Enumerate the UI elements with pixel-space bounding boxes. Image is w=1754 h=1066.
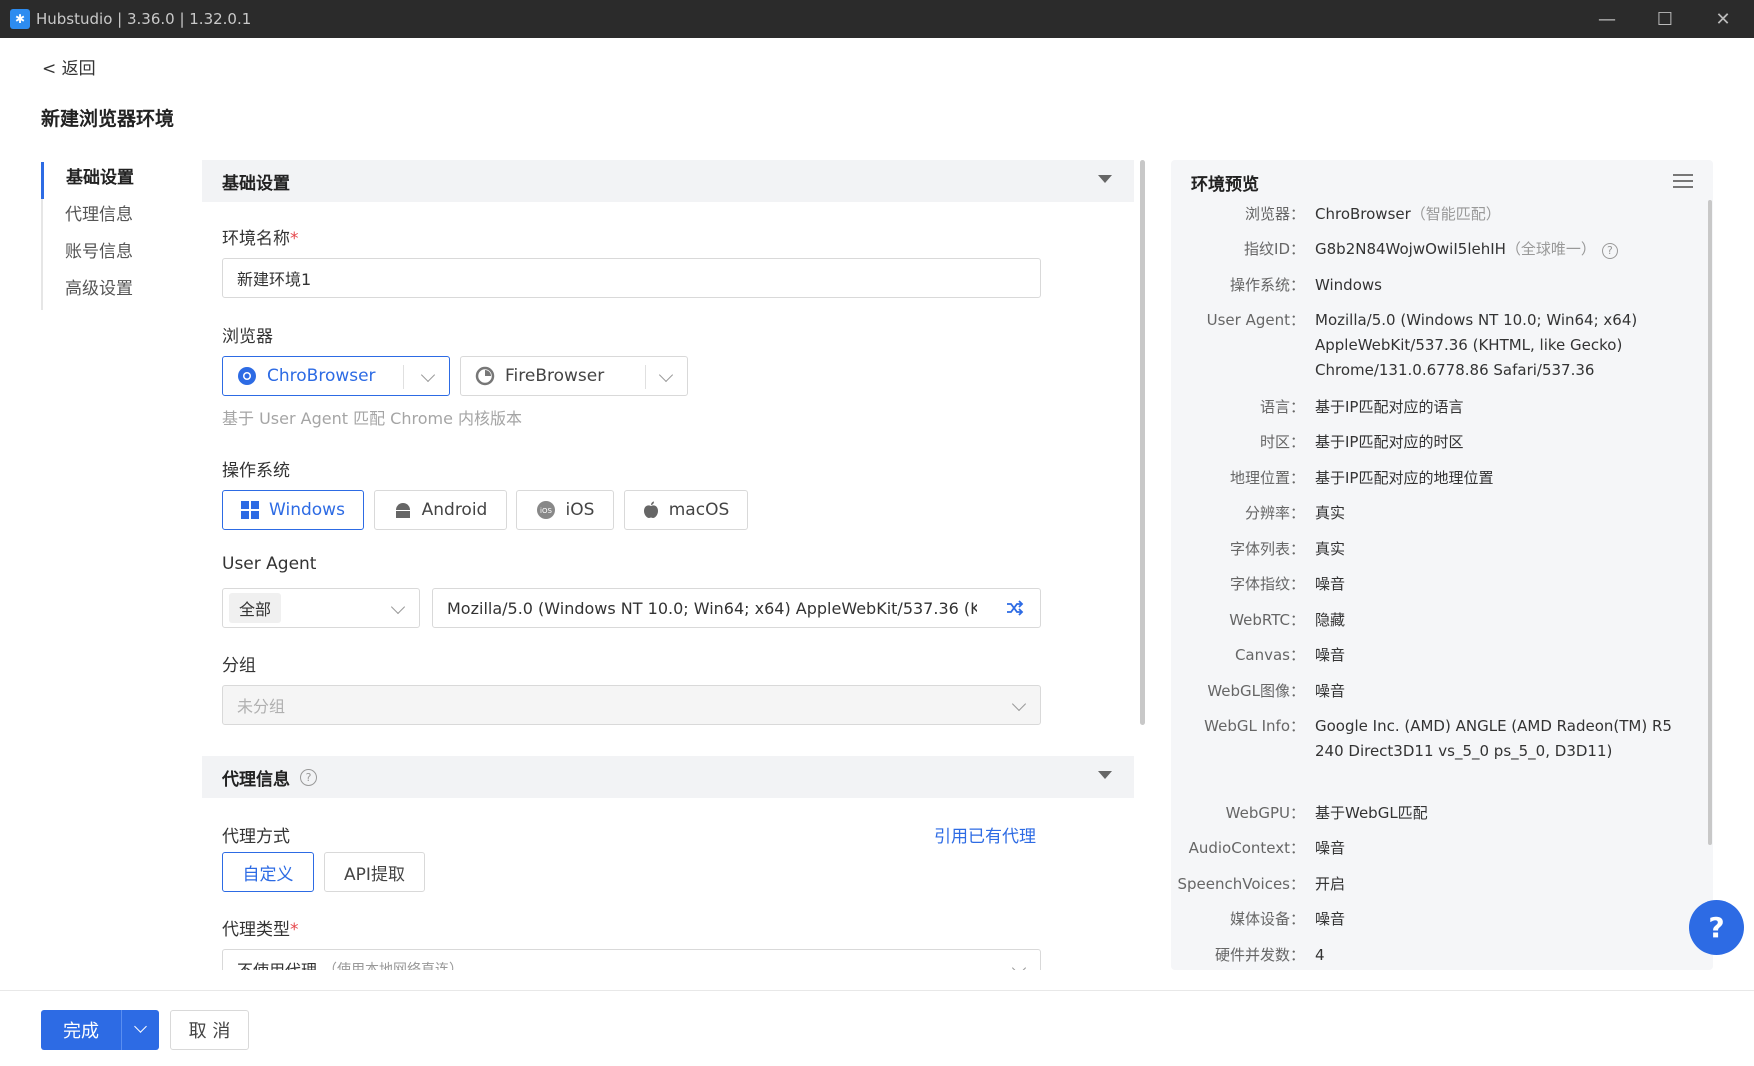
chevron-down-icon [420,367,436,383]
form-scrollbar[interactable] [1140,160,1145,725]
window-title: Hubstudio | 3.36.0 | 1.32.0.1 [36,10,252,28]
nav-item-advanced[interactable]: 高级设置 [41,273,151,310]
group-label: 分组 [222,656,256,676]
chevron-down-icon [658,367,674,383]
title-bar: ✱ Hubstudio | 3.36.0 | 1.32.0.1 — ☐ ✕ [0,0,1754,38]
firefox-icon [475,366,495,386]
help-icon[interactable]: ? [300,768,317,786]
preview-row: Canvas： 噪音 [1234,646,1346,664]
browser-option-firebrowser[interactable]: FireBrowser [460,356,688,396]
proxy-type-select[interactable]: 不使用代理 （使用本地网络直连） [222,949,1041,970]
windows-icon [241,501,260,519]
preview-row: AudioContext： 噪音 [1188,839,1346,857]
minimize-icon[interactable]: — [1578,0,1636,38]
env-name-label: 环境名称* [222,229,299,249]
cancel-button[interactable]: 取 消 [170,1010,249,1050]
proxy-method-custom[interactable]: 自定义 [222,852,314,892]
done-dropdown-chevron-icon[interactable] [121,1010,159,1050]
collapse-caret-icon[interactable] [1098,175,1112,183]
page-title: 新建浏览器环境 [41,108,175,130]
preview-row: WebRTC： 隐藏 [1229,611,1346,629]
apple-icon [643,501,658,518]
list-menu-icon[interactable] [1673,174,1693,190]
basic-section-header[interactable]: 基础设置 [202,160,1134,202]
preview-row: WebGL图像： 噪音 [1207,682,1346,700]
preview-title: 环境预览 [1191,175,1259,195]
app-logo-icon: ✱ [10,9,30,29]
ios-icon: iOS [536,501,555,519]
os-label: 操作系统 [222,461,290,481]
proxy-method-label: 代理方式 [222,827,290,847]
browser-option-label: FireBrowser [505,366,605,386]
done-button[interactable]: 完成 [41,1010,121,1050]
nav-item-basic[interactable]: 基础设置 [41,162,151,199]
preview-row: 语言： 基于IP匹配对应的语言 [1259,398,1464,416]
proxy-method-api[interactable]: API提取 [324,852,425,892]
browser-hint: 基于 User Agent 匹配 Chrome 内核版本 [222,409,523,428]
back-link[interactable]: < 返回 [42,54,96,79]
shuffle-icon[interactable] [1006,600,1024,616]
preview-row: 时区： 基于IP匹配对应的时区 [1259,433,1464,451]
form-area: 基础设置 环境名称* 新建环境1 浏览器 ChroBrowser FireBro… [202,160,1134,970]
preview-row: 字体列表： 真实 [1229,540,1346,558]
maximize-icon[interactable]: ☐ [1636,0,1694,38]
preview-row: 字体指纹： 噪音 [1229,575,1346,593]
collapse-caret-icon[interactable] [1098,771,1112,779]
preview-row: 地理位置： 基于IP匹配对应的地理位置 [1229,469,1494,487]
browser-label: 浏览器 [222,327,273,347]
preview-row: 浏览器： ChroBrowser（智能匹配） [1244,205,1501,223]
user-agent-input[interactable]: Mozilla/5.0 (Windows NT 10.0; Win64; x64… [432,588,1041,628]
close-icon[interactable]: ✕ [1694,0,1752,38]
preview-row: 分辨率： 真实 [1244,504,1346,522]
footer-bar [0,990,1754,1066]
nav-item-proxy[interactable]: 代理信息 [41,199,151,236]
ua-filter-select[interactable]: 全部 [222,588,420,628]
basic-section-title: 基础设置 [222,173,290,194]
preview-row: User Agent： Mozilla/5.0 (Windows NT 10.0;… [1206,311,1638,379]
proxy-section-title: 代理信息 [222,769,290,790]
group-select[interactable]: 未分组 [222,685,1041,725]
preview-row: WebGPU： 基于WebGL匹配 [1225,804,1428,822]
proxy-section-header[interactable]: 代理信息 ? [202,756,1134,798]
preview-row: 媒体设备： 噪音 [1229,910,1346,928]
proxy-type-label: 代理类型* [222,920,299,940]
user-agent-label: User Agent [222,554,317,574]
chrome-icon [238,367,256,385]
help-fab-button[interactable]: ? [1689,900,1744,955]
browser-option-chrobrowser[interactable]: ChroBrowser [222,356,450,396]
preview-row: SpeenchVoices： 开启 [1177,875,1346,893]
help-icon[interactable]: ? [1601,242,1618,259]
section-nav: 基础设置 代理信息 账号信息 高级设置 [41,162,151,310]
preview-row: WebGL Info： Google Inc. (AMD) ANGLE (AMD … [1204,717,1672,760]
svg-text:iOS: iOS [540,507,552,515]
preview-scrollbar[interactable] [1708,200,1712,845]
os-option-macos[interactable]: macOS [624,490,748,530]
os-option-windows[interactable]: Windows [222,490,364,530]
preview-row: 操作系统： Windows [1229,276,1382,294]
preview-row: 硬件并发数： 4 [1214,946,1325,964]
os-option-android[interactable]: Android [374,490,507,530]
preview-row: 指纹ID： G8b2N84WojwOwiI5lehIH（全球唯一）? [1171,237,1691,262]
chevron-down-icon [1011,696,1027,712]
android-icon [395,503,410,518]
chevron-down-icon [390,599,406,615]
environment-preview-panel: 环境预览 浏览器： ChroBrowser（智能匹配） 指纹ID： G8b2N8… [1171,160,1713,970]
os-option-ios[interactable]: iOS iOS [516,490,614,530]
env-name-input[interactable]: 新建环境1 [222,258,1041,298]
chevron-down-icon [1011,960,1027,970]
nav-item-account[interactable]: 账号信息 [41,236,151,273]
browser-option-label: ChroBrowser [267,366,376,386]
use-existing-proxy-link[interactable]: 引用已有代理 [934,822,1036,847]
